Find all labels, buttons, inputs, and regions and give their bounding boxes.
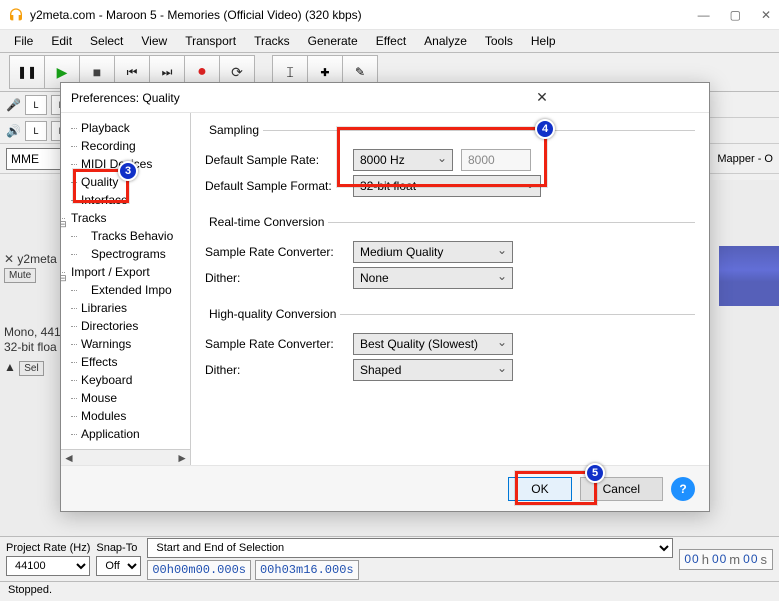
record-icon bbox=[197, 63, 207, 81]
status-bar: Stopped. bbox=[0, 581, 779, 601]
envelope-icon bbox=[320, 65, 329, 79]
tree-effects[interactable]: Effects bbox=[63, 353, 188, 371]
select-button[interactable]: Sel bbox=[19, 361, 43, 376]
minimize-button[interactable]: — bbox=[698, 8, 710, 22]
sample-rate-select[interactable]: 8000 Hz bbox=[353, 149, 453, 171]
mute-button[interactable]: Mute bbox=[4, 268, 36, 283]
sampling-legend: Sampling bbox=[205, 123, 263, 137]
tree-import-export[interactable]: Import / Export bbox=[63, 263, 188, 281]
realtime-legend: Real-time Conversion bbox=[205, 215, 328, 229]
menu-help[interactable]: Help bbox=[523, 32, 564, 50]
group-highquality: High-quality Conversion Sample Rate Conv… bbox=[205, 307, 695, 389]
ok-button[interactable]: OK bbox=[508, 477, 571, 501]
skip-end-icon bbox=[162, 65, 173, 80]
track-panel: ✕ y2meta Mute Mono, 441 32-bit floa ▲ Se… bbox=[4, 252, 64, 378]
cancel-button[interactable]: Cancel bbox=[580, 477, 663, 501]
dialog-close-button[interactable]: ✕ bbox=[385, 89, 699, 106]
skip-start-icon bbox=[127, 65, 138, 80]
menu-edit[interactable]: Edit bbox=[43, 32, 80, 50]
output-device-hint: Mapper - O bbox=[717, 153, 773, 165]
window-titlebar: y2meta.com - Maroon 5 - Memories (Offici… bbox=[0, 0, 779, 30]
ibeam-icon bbox=[285, 64, 295, 81]
waveform-preview bbox=[719, 246, 779, 306]
window-title: y2meta.com - Maroon 5 - Memories (Offici… bbox=[30, 8, 698, 22]
menu-bar: File Edit Select View Transport Tracks G… bbox=[0, 30, 779, 52]
preferences-content: Sampling Default Sample Rate: 8000 Hz De… bbox=[191, 113, 709, 465]
tree-mouse[interactable]: Mouse bbox=[63, 389, 188, 407]
selection-toolbar: Project Rate (Hz) 44100 Snap-To Off Star… bbox=[0, 536, 779, 581]
audio-host-select[interactable] bbox=[6, 148, 66, 170]
tree-modules[interactable]: Modules bbox=[63, 407, 188, 425]
menu-effect[interactable]: Effect bbox=[368, 32, 414, 50]
rt-dither-label: Dither: bbox=[205, 271, 345, 285]
play-meter-l: L bbox=[25, 121, 47, 141]
selection-mode-select[interactable]: Start and End of Selection bbox=[147, 538, 673, 558]
pause-icon bbox=[17, 65, 37, 79]
tree-recording[interactable]: Recording bbox=[63, 137, 188, 155]
tree-spectrograms[interactable]: Spectrograms bbox=[63, 245, 188, 263]
group-realtime: Real-time Conversion Sample Rate Convert… bbox=[205, 215, 695, 297]
tree-tracks-behaviors[interactable]: Tracks Behavio bbox=[63, 227, 188, 245]
play-icon bbox=[57, 64, 68, 81]
dialog-title: Preferences: Quality bbox=[71, 91, 385, 105]
hq-converter-label: Sample Rate Converter: bbox=[205, 337, 345, 351]
track-name[interactable]: y2meta bbox=[17, 252, 56, 266]
tree-extended-import[interactable]: Extended Impo bbox=[63, 281, 188, 299]
menu-file[interactable]: File bbox=[6, 32, 41, 50]
preferences-tree[interactable]: Playback Recording MIDI Devices Quality … bbox=[61, 113, 191, 465]
menu-tools[interactable]: Tools bbox=[477, 32, 521, 50]
tree-scrollbar[interactable]: ◄► bbox=[61, 449, 190, 465]
menu-view[interactable]: View bbox=[133, 32, 175, 50]
hq-dither-select[interactable]: Shaped bbox=[353, 359, 513, 381]
stop-icon bbox=[93, 64, 101, 80]
rt-converter-label: Sample Rate Converter: bbox=[205, 245, 345, 259]
tree-midi[interactable]: MIDI Devices bbox=[63, 155, 188, 173]
close-button[interactable]: ✕ bbox=[761, 8, 771, 22]
tree-quality[interactable]: Quality bbox=[63, 173, 188, 191]
preferences-dialog: Preferences: Quality ✕ Playback Recordin… bbox=[60, 82, 710, 512]
group-sampling: Sampling Default Sample Rate: 8000 Hz De… bbox=[205, 123, 695, 205]
tree-directories[interactable]: Directories bbox=[63, 317, 188, 335]
selection-start[interactable]: 00h00m00.000s bbox=[147, 560, 251, 580]
menu-generate[interactable]: Generate bbox=[300, 32, 366, 50]
tree-tracks[interactable]: Tracks bbox=[63, 209, 188, 227]
audio-position: 00h 00m 00s bbox=[679, 549, 773, 570]
sample-format-label: Default Sample Format: bbox=[205, 179, 345, 193]
sample-rate-label: Default Sample Rate: bbox=[205, 153, 345, 167]
dialog-footer: OK Cancel ? bbox=[61, 465, 709, 511]
help-button[interactable]: ? bbox=[671, 477, 695, 501]
rec-meter-l: L bbox=[25, 95, 47, 115]
pause-button[interactable] bbox=[9, 55, 45, 89]
menu-tracks[interactable]: Tracks bbox=[246, 32, 298, 50]
menu-select[interactable]: Select bbox=[82, 32, 131, 50]
menu-transport[interactable]: Transport bbox=[177, 32, 244, 50]
maximize-button[interactable]: ▢ bbox=[730, 8, 741, 22]
sample-rate-text[interactable] bbox=[461, 149, 531, 171]
loop-icon bbox=[231, 64, 243, 81]
project-rate-label: Project Rate (Hz) bbox=[6, 542, 90, 554]
selection-end[interactable]: 00h03m16.000s bbox=[255, 560, 359, 580]
tree-libraries[interactable]: Libraries bbox=[63, 299, 188, 317]
hq-dither-label: Dither: bbox=[205, 363, 345, 377]
tree-playback[interactable]: Playback bbox=[63, 119, 188, 137]
sample-format-select[interactable]: 32-bit float bbox=[353, 175, 541, 197]
app-icon bbox=[8, 7, 24, 23]
pencil-icon bbox=[355, 65, 365, 79]
menu-analyze[interactable]: Analyze bbox=[416, 32, 475, 50]
tree-warnings[interactable]: Warnings bbox=[63, 335, 188, 353]
tree-keyboard[interactable]: Keyboard bbox=[63, 371, 188, 389]
rt-converter-select[interactable]: Medium Quality bbox=[353, 241, 513, 263]
snap-select[interactable]: Off bbox=[96, 556, 141, 576]
hq-legend: High-quality Conversion bbox=[205, 307, 340, 321]
tree-application[interactable]: Application bbox=[63, 425, 188, 443]
snap-label: Snap-To bbox=[96, 542, 141, 554]
speaker-icon: 🔊 bbox=[6, 124, 21, 138]
project-rate-select[interactable]: 44100 bbox=[6, 556, 90, 576]
tree-interface[interactable]: Interface bbox=[63, 191, 188, 209]
track-info-1: Mono, 441 bbox=[4, 325, 64, 341]
hq-converter-select[interactable]: Best Quality (Slowest) bbox=[353, 333, 513, 355]
mic-icon: 🎤 bbox=[6, 98, 21, 112]
track-info-2: 32-bit floa bbox=[4, 340, 64, 356]
rt-dither-select[interactable]: None bbox=[353, 267, 513, 289]
